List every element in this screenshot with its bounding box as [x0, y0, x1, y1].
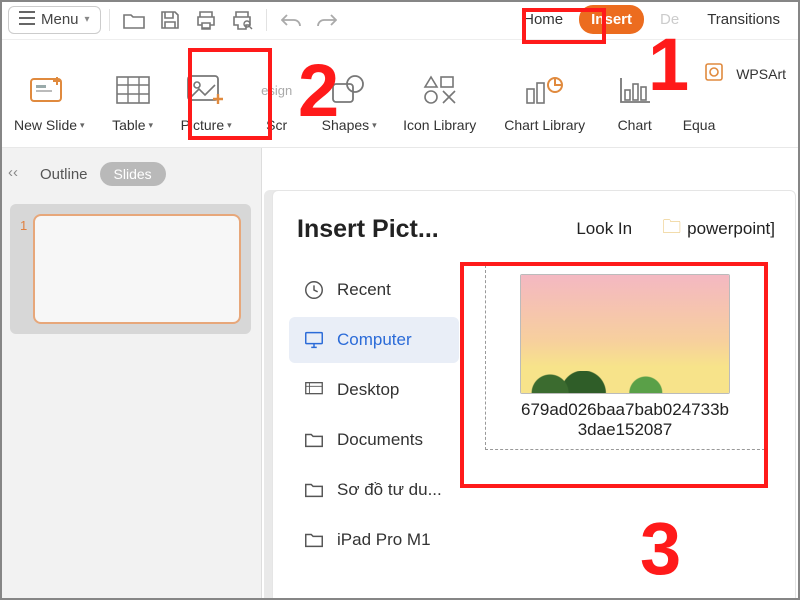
- redo-icon[interactable]: [311, 6, 343, 34]
- place-label: Documents: [337, 430, 423, 450]
- ribbon-shapes[interactable]: Shapes▾: [316, 50, 383, 137]
- place-computer[interactable]: Computer: [289, 317, 459, 363]
- ribbon-label: Table: [112, 117, 145, 133]
- ribbon-icon-library[interactable]: Icon Library: [395, 50, 485, 137]
- save-icon[interactable]: [154, 6, 186, 34]
- ribbon-screenshot[interactable]: esign Scr: [250, 50, 304, 137]
- new-slide-icon: [28, 69, 70, 111]
- ribbon-insert: New Slide▾ Table▾ Picture▾ esign Scr Sha…: [0, 40, 800, 148]
- slide-thumbnail-1[interactable]: 1: [10, 204, 251, 334]
- places-sidebar: Recent Computer Desktop Documents Sơ đồ …: [289, 261, 459, 563]
- place-custom-1[interactable]: Sơ đồ tư du...: [289, 467, 459, 513]
- chevron-down-icon: ▾: [149, 120, 154, 131]
- place-recent[interactable]: Recent: [289, 267, 459, 313]
- menu-label: Menu: [41, 11, 79, 28]
- place-desktop[interactable]: Desktop: [289, 367, 459, 413]
- chevron-down-icon: ▾: [227, 120, 232, 131]
- ribbon-label: Chart: [618, 117, 652, 133]
- folder-icon: 🗀: [662, 213, 681, 245]
- tab-outline[interactable]: Outline: [40, 166, 88, 183]
- undo-icon[interactable]: [275, 6, 307, 34]
- file-browser: 679ad026baa7bab024733b3dae152087: [469, 261, 779, 563]
- ribbon-chart-library[interactable]: Chart Library: [497, 50, 593, 137]
- chevron-down-icon: ▾: [80, 120, 85, 131]
- folder-icon: [303, 529, 325, 551]
- title-toolbar: Menu ▾ Home Insert De Transitions: [0, 0, 800, 40]
- clock-icon: [303, 279, 325, 301]
- screenshot-icon: esign: [256, 69, 298, 111]
- ribbon-chart[interactable]: Chart: [605, 50, 665, 137]
- tab-transitions[interactable]: Transitions: [695, 5, 792, 34]
- ribbon-table[interactable]: Table ▾: [103, 50, 163, 137]
- ribbon-label: Chart Library: [504, 117, 585, 133]
- look-in-folder[interactable]: 🗀 powerpoint]: [662, 213, 775, 245]
- hamburger-icon: [19, 11, 35, 29]
- folder-name: powerpoint]: [687, 219, 775, 239]
- tab-insert[interactable]: Insert: [579, 5, 644, 34]
- folder-icon: [303, 429, 325, 451]
- file-thumbnail: [520, 274, 730, 394]
- chevron-down-icon: ▾: [372, 120, 377, 131]
- chart-icon: [614, 69, 656, 111]
- ribbon-label: WPSArt: [736, 66, 786, 82]
- ribbon-label: Shapes: [322, 117, 369, 133]
- slide-thumbnail: [33, 214, 241, 324]
- ribbon-label: Picture: [181, 117, 225, 133]
- slide-panel: ‹‹ Outline Slides 1: [0, 148, 262, 600]
- place-label: Recent: [337, 280, 391, 300]
- menu-button[interactable]: Menu ▾: [8, 6, 101, 34]
- wpsart-icon: [704, 62, 724, 85]
- place-label: iPad Pro M1: [337, 530, 431, 550]
- tab-design[interactable]: De: [648, 5, 691, 34]
- place-label: Sơ đồ tư du...: [337, 480, 442, 500]
- file-item[interactable]: 679ad026baa7bab024733b3dae152087: [485, 265, 765, 450]
- shapes-icon: [328, 69, 370, 111]
- place-label: Desktop: [337, 380, 399, 400]
- desktop-icon: [303, 379, 325, 401]
- ribbon-wpsart[interactable]: WPSArt: [698, 58, 792, 89]
- print-preview-icon[interactable]: [226, 6, 258, 34]
- ribbon-label: Icon Library: [403, 117, 476, 133]
- ribbon-label: New Slide: [14, 117, 77, 133]
- slide-number: 1: [20, 218, 27, 233]
- ribbon-label: Equa: [683, 117, 716, 133]
- file-name: 679ad026baa7bab024733b3dae152087: [521, 400, 729, 441]
- table-icon: [112, 69, 154, 111]
- ribbon-label: Scr: [266, 117, 287, 133]
- picture-icon: [185, 69, 227, 111]
- collapse-panel-icon[interactable]: ‹‹: [8, 164, 18, 181]
- open-icon[interactable]: [118, 6, 150, 34]
- ribbon-picture[interactable]: Picture▾: [175, 50, 238, 137]
- chart-library-icon: [524, 69, 566, 111]
- chevron-down-icon: ▾: [85, 14, 90, 25]
- monitor-icon: [303, 329, 325, 351]
- ribbon-new-slide[interactable]: New Slide▾: [8, 50, 91, 137]
- print-icon[interactable]: [190, 6, 222, 34]
- icon-library-icon: [419, 69, 461, 111]
- place-label: Computer: [337, 330, 412, 350]
- place-documents[interactable]: Documents: [289, 417, 459, 463]
- folder-icon: [303, 479, 325, 501]
- insert-picture-dialog: Insert Pict... Look In 🗀 powerpoint] Rec…: [272, 190, 796, 600]
- look-in-label: Look In: [576, 219, 632, 239]
- tab-home[interactable]: Home: [511, 5, 575, 34]
- dialog-title: Insert Pict...: [297, 215, 439, 244]
- place-custom-2[interactable]: iPad Pro M1: [289, 517, 459, 563]
- tab-slides[interactable]: Slides: [100, 162, 166, 186]
